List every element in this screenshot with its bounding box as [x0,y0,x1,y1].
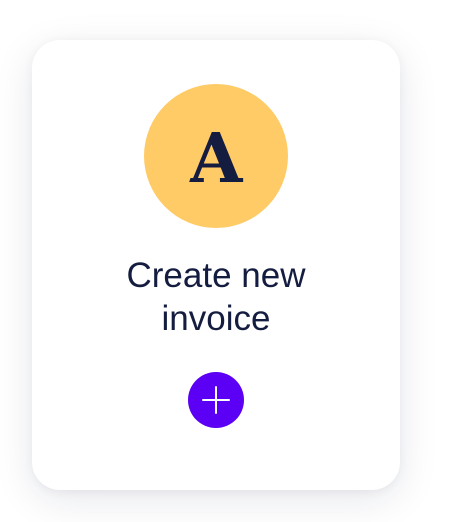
plus-icon [202,386,230,414]
serif-a-monogram-icon: A [186,124,244,188]
card-title-line-2: invoice [161,299,271,338]
card-title-line-1: Create new [126,256,306,295]
page: A Create new invoice [0,0,456,522]
logo-badge: A [144,84,288,228]
card-title: Create new invoice [32,254,400,340]
add-invoice-button[interactable] [188,372,244,428]
create-invoice-card[interactable]: A Create new invoice [32,40,400,490]
